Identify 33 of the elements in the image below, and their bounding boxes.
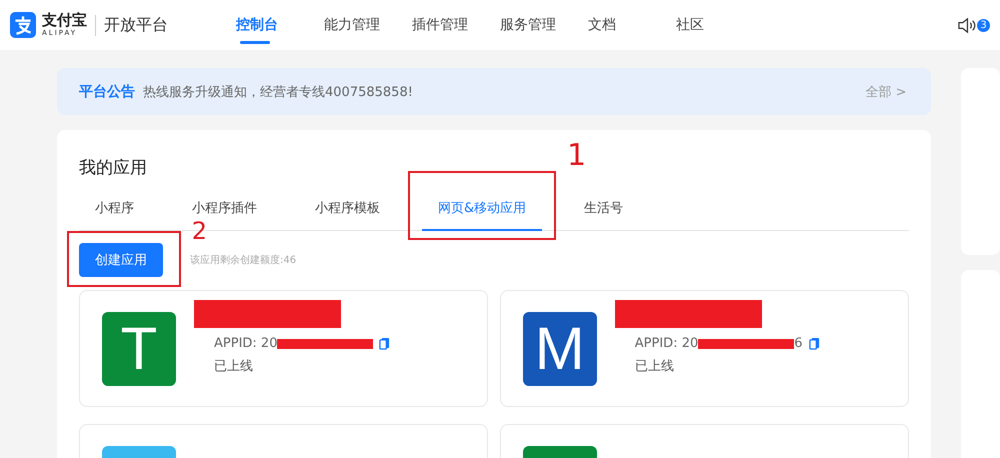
annotation-number: 2 <box>192 219 207 243</box>
copy-icon[interactable] <box>808 337 820 350</box>
app-status: 已上线 <box>634 358 675 375</box>
brand-name: 支付宝 <box>42 13 87 28</box>
product-name: 开放平台 <box>95 14 168 36</box>
nav-tab[interactable]: 插件管理 <box>402 0 490 50</box>
copy-icon[interactable] <box>379 337 390 350</box>
create-app-button[interactable]: 创建应用 <box>79 243 163 277</box>
app-icon: T <box>102 312 176 386</box>
nav-tab[interactable]: 能力管理 <box>314 0 402 50</box>
notice-text: 热线服务升级通知，经营者专线4007585858! <box>143 84 413 100</box>
speaker-icon[interactable] <box>957 16 976 34</box>
nav-tab[interactable]: 服务管理 <box>490 0 578 50</box>
app-card[interactable]: M APPID: 20 6 已上线 <box>500 290 909 407</box>
tab[interactable]: 小程序模板 <box>299 193 396 229</box>
annotation-number: 1 <box>567 141 586 171</box>
nav-tab[interactable]: 文档 <box>578 0 666 50</box>
quota-text: 该应用剩余创建额度:46 <box>190 254 296 267</box>
notice-label: 平台公告 <box>79 82 135 100</box>
logo-icon <box>10 12 36 38</box>
app-icon: M <box>522 312 597 386</box>
app-card[interactable]: T APPID: 20 已上线 <box>79 290 488 407</box>
appid-text: APPID: 20 <box>634 336 698 351</box>
nav-tab[interactable]: 社区 <box>666 0 754 50</box>
tab[interactable]: 生活号 <box>568 193 640 229</box>
nav-tab[interactable]: 控制台 <box>226 0 314 50</box>
appid-text: APPID: 20 <box>214 336 278 351</box>
tab[interactable]: 网页&移动应用 <box>422 193 542 231</box>
panel-title: 我的应用 <box>79 157 148 179</box>
tab[interactable]: 小程序 <box>79 193 150 229</box>
app-status: 已上线 <box>214 358 254 375</box>
appid-text: 6 <box>794 336 803 351</box>
notification-badge: 3 <box>977 18 990 32</box>
